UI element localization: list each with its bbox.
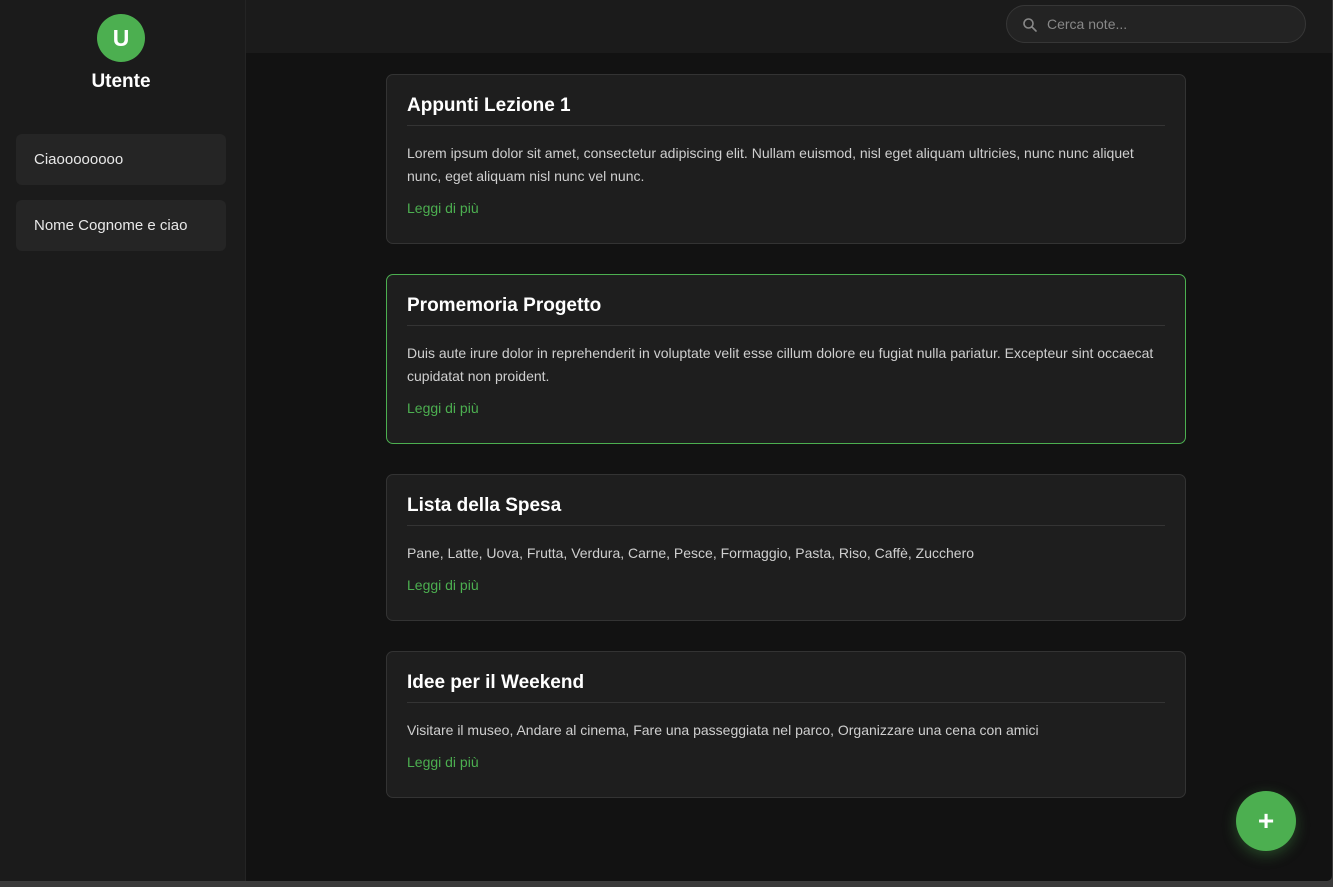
top-bar — [246, 0, 1332, 53]
search-icon — [1022, 17, 1038, 33]
search-box[interactable] — [1006, 5, 1306, 43]
note-text: Pane, Latte, Uova, Frutta, Verdura, Carn… — [407, 545, 975, 561]
username: Utente — [91, 71, 151, 92]
note-card-selected[interactable]: Promemoria Progetto Duis aute irure dolo… — [386, 274, 1186, 444]
sidebar-item-nome-cognome[interactable]: Nome Cognome e ciao — [16, 200, 226, 251]
note-title: Idee per il Weekend — [407, 652, 1165, 703]
note-text: Lorem ipsum dolor sit amet, consectetur … — [407, 145, 1134, 184]
avatar[interactable]: U — [97, 14, 145, 62]
search-input[interactable] — [1047, 6, 1297, 42]
note-text: Visitare il museo, Andare al cinema, Far… — [407, 722, 1039, 738]
app-window: U Utente Ciaoooooooo Nome Cognome e ciao… — [0, 0, 1333, 882]
note-title: Lista della Spesa — [407, 475, 1165, 526]
read-more-link[interactable]: Leggi di più — [407, 200, 479, 216]
note-title: Promemoria Progetto — [407, 275, 1165, 326]
note-title: Appunti Lezione 1 — [407, 75, 1165, 126]
sidebar-item-ciaoooooooo[interactable]: Ciaoooooooo — [16, 134, 226, 185]
note-card[interactable]: Appunti Lezione 1 Lorem ipsum dolor sit … — [386, 74, 1186, 244]
add-note-button[interactable]: + — [1236, 791, 1296, 851]
read-more-link[interactable]: Leggi di più — [407, 754, 479, 770]
note-card[interactable]: Idee per il Weekend Visitare il museo, A… — [386, 651, 1186, 798]
read-more-link[interactable]: Leggi di più — [407, 577, 479, 593]
read-more-link[interactable]: Leggi di più — [407, 400, 479, 416]
sidebar: U Utente Ciaoooooooo Nome Cognome e ciao — [0, 0, 246, 881]
note-text: Duis aute irure dolor in reprehenderit i… — [407, 345, 1154, 384]
note-card[interactable]: Lista della Spesa Pane, Latte, Uova, Fru… — [386, 474, 1186, 621]
